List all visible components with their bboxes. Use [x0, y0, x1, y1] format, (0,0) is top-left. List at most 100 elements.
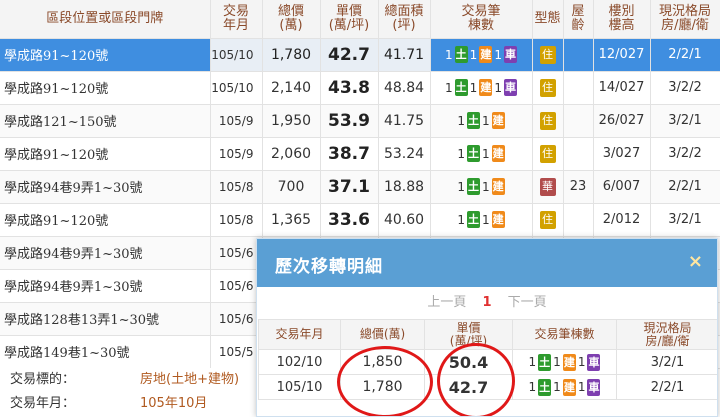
- dcol-total: 總價(萬): [340, 319, 425, 350]
- col-unit[interactable]: 單價(萬/坪): [320, 0, 379, 39]
- cell-type: 華: [532, 170, 564, 204]
- table-row[interactable]: 學成路91~120號 105/9 2,060 38.7 53.24 1 土 1 建住 3/027 3…: [0, 137, 720, 171]
- cell-address[interactable]: 學成路91~120號: [0, 38, 211, 72]
- count-bld: 1: [482, 212, 490, 227]
- dcol-layout: 現況格局房/廳/衛: [616, 319, 717, 350]
- cell-address[interactable]: 學成路94巷9弄1~30號: [0, 269, 211, 303]
- cell-ym: 105/5: [210, 335, 263, 369]
- cell-layout: 2/2/1: [650, 38, 720, 72]
- cell-total: 1,365: [262, 203, 321, 237]
- land-badge-icon: 土: [467, 211, 480, 228]
- cell-unit: 33.6: [320, 203, 379, 237]
- cell-address[interactable]: 學成路94巷9弄1~30號: [0, 236, 211, 270]
- dialog-title: 歷次移轉明細: [275, 257, 383, 277]
- cell-ym: 105/6: [210, 302, 263, 336]
- type-badge-icon: 住: [539, 210, 556, 229]
- building-badge-icon: 建: [491, 211, 505, 228]
- land-badge-icon: 土: [538, 353, 552, 371]
- cell-age: [563, 104, 594, 138]
- cell-address[interactable]: 學成路94巷9弄1~30號: [0, 170, 211, 204]
- transaction-details: 交易標的： 房地(土地+建物) 交易年月： 105年10月: [0, 368, 260, 417]
- cell-floor: 12/027: [593, 38, 651, 72]
- cell-age: [563, 137, 594, 171]
- cell-address[interactable]: 學成路91~120號: [0, 137, 211, 171]
- cell-ym: 105/10: [210, 38, 263, 72]
- building-badge-icon: 建: [479, 79, 493, 96]
- building-badge-icon: 建: [491, 112, 505, 129]
- cell-address[interactable]: 學成路121~150號: [0, 104, 211, 138]
- cell-type: 住: [532, 38, 564, 72]
- close-icon[interactable]: ×: [688, 251, 703, 272]
- count-bld: 1: [469, 80, 478, 95]
- cell-area: 53.24: [378, 137, 431, 171]
- dcell-ym: 105/10: [258, 374, 341, 400]
- transfer-history-table: 交易年月 總價(萬) 單價(萬/坪) 交易筆棟數 現況格局房/廳/衛 102/1…: [258, 319, 717, 400]
- transaction-counts: 1土1建1車: [445, 79, 517, 96]
- prev-page-link[interactable]: 上一頁: [427, 295, 466, 310]
- col-layout[interactable]: 現況格局房/廳/衛: [650, 0, 720, 39]
- building-badge-icon: 建: [491, 145, 505, 162]
- type-badge-icon: 住: [539, 45, 556, 64]
- transaction-counts: 1土1建: [457, 112, 505, 129]
- count-land: 1: [445, 80, 453, 95]
- next-page-link[interactable]: 下一頁: [508, 295, 547, 310]
- col-type[interactable]: 型態: [532, 0, 564, 39]
- dcell-unit: 50.4: [424, 349, 513, 375]
- count-bld: 1: [482, 179, 490, 194]
- transaction-counts: 1土1建: [457, 211, 505, 228]
- land-badge-icon: 土: [467, 112, 480, 129]
- cell-counts: 1土1建: [430, 170, 533, 204]
- cell-ym: 105/9: [210, 137, 263, 171]
- dcell-total: 1,780: [340, 374, 425, 400]
- cell-layout: 3/2/2: [650, 71, 720, 105]
- count-land: 1: [457, 212, 465, 227]
- pagination: 上一頁 1 下一頁: [257, 287, 717, 319]
- cell-address[interactable]: 學成路149巷1~30號: [0, 335, 211, 369]
- cell-address[interactable]: 學成路128巷13弄1~30號: [0, 302, 211, 336]
- cell-floor: 26/027: [593, 104, 651, 138]
- dcell-counts: 1土1建1車: [512, 374, 617, 400]
- table-row[interactable]: 學成路94巷9弄1~30號 105/8 700 37.1 18.88 1 土 1 建華 23 6/0…: [0, 170, 720, 204]
- transaction-counts: 1土1建1車: [445, 46, 517, 63]
- cell-area: 41.75: [378, 104, 431, 138]
- cell-address[interactable]: 學成路91~120號: [0, 71, 211, 105]
- count-bld: 1: [553, 355, 561, 369]
- cell-address[interactable]: 學成路91~120號: [0, 203, 211, 237]
- col-floor[interactable]: 樓別樓高: [593, 0, 651, 39]
- col-total[interactable]: 總價(萬): [262, 0, 321, 39]
- cell-unit: 37.1: [320, 170, 379, 204]
- col-ym[interactable]: 交易年月: [210, 0, 263, 39]
- land-badge-icon: 土: [467, 145, 480, 162]
- cell-counts: 1土1建: [430, 203, 533, 237]
- table-header: 區段位置或區段門牌 交易年月 總價(萬) 單價(萬/坪) 總面積(坪) 交易筆棟…: [0, 0, 720, 39]
- table-row[interactable]: 學成路121~150號 105/9 1,950 53.9 41.75 1 土 1 建住 26/02…: [0, 104, 720, 138]
- cell-ym: 105/9: [210, 104, 263, 138]
- cell-ym: 105/6: [210, 236, 263, 270]
- table-row[interactable]: 學成路91~120號 105/10 2,140 43.8 48.84 1 土 1 建 1 車住 14/…: [0, 71, 720, 105]
- cell-ym: 105/6: [210, 269, 263, 303]
- col-counts[interactable]: 交易筆棟數: [430, 0, 533, 39]
- detail-row: 交易標的： 房地(土地+建物): [0, 368, 260, 392]
- cell-unit: 42.7: [320, 38, 379, 72]
- dcell-total: 1,850: [340, 349, 425, 375]
- col-area[interactable]: 總面積(坪): [378, 0, 431, 39]
- building-badge-icon: 建: [562, 353, 576, 371]
- table-row[interactable]: 學成路91~120號 105/8 1,365 33.6 40.60 1 土 1 建住 2/012 3…: [0, 203, 720, 237]
- col-address[interactable]: 區段位置或區段門牌: [0, 0, 211, 39]
- count-land: 1: [457, 146, 465, 161]
- detail-value: 105年10月: [140, 396, 208, 411]
- type-badge-icon: 住: [539, 78, 556, 97]
- col-age[interactable]: 屋齡: [563, 0, 594, 39]
- transfer-history-dialog: 歷次移轉明細 × 上一頁 1 下一頁 交易年月 總價(萬) 單價(萬/坪) 交易…: [256, 238, 718, 417]
- detail-value: 房地(土地+建物): [140, 372, 240, 387]
- table-row[interactable]: 學成路91~120號 105/10 1,780 42.7 41.71 1 土 1 建 1 車住 12/…: [0, 38, 720, 72]
- cell-age: [563, 38, 594, 72]
- cell-area: 18.88: [378, 170, 431, 204]
- cell-floor: 6/007: [593, 170, 651, 204]
- count-land: 1: [528, 355, 537, 369]
- cell-layout: 3/2/1: [650, 203, 720, 237]
- type-badge-icon: 住: [539, 111, 556, 130]
- cell-unit: 53.9: [320, 104, 379, 138]
- cell-total: 2,060: [262, 137, 321, 171]
- cell-ym: 105/8: [210, 203, 263, 237]
